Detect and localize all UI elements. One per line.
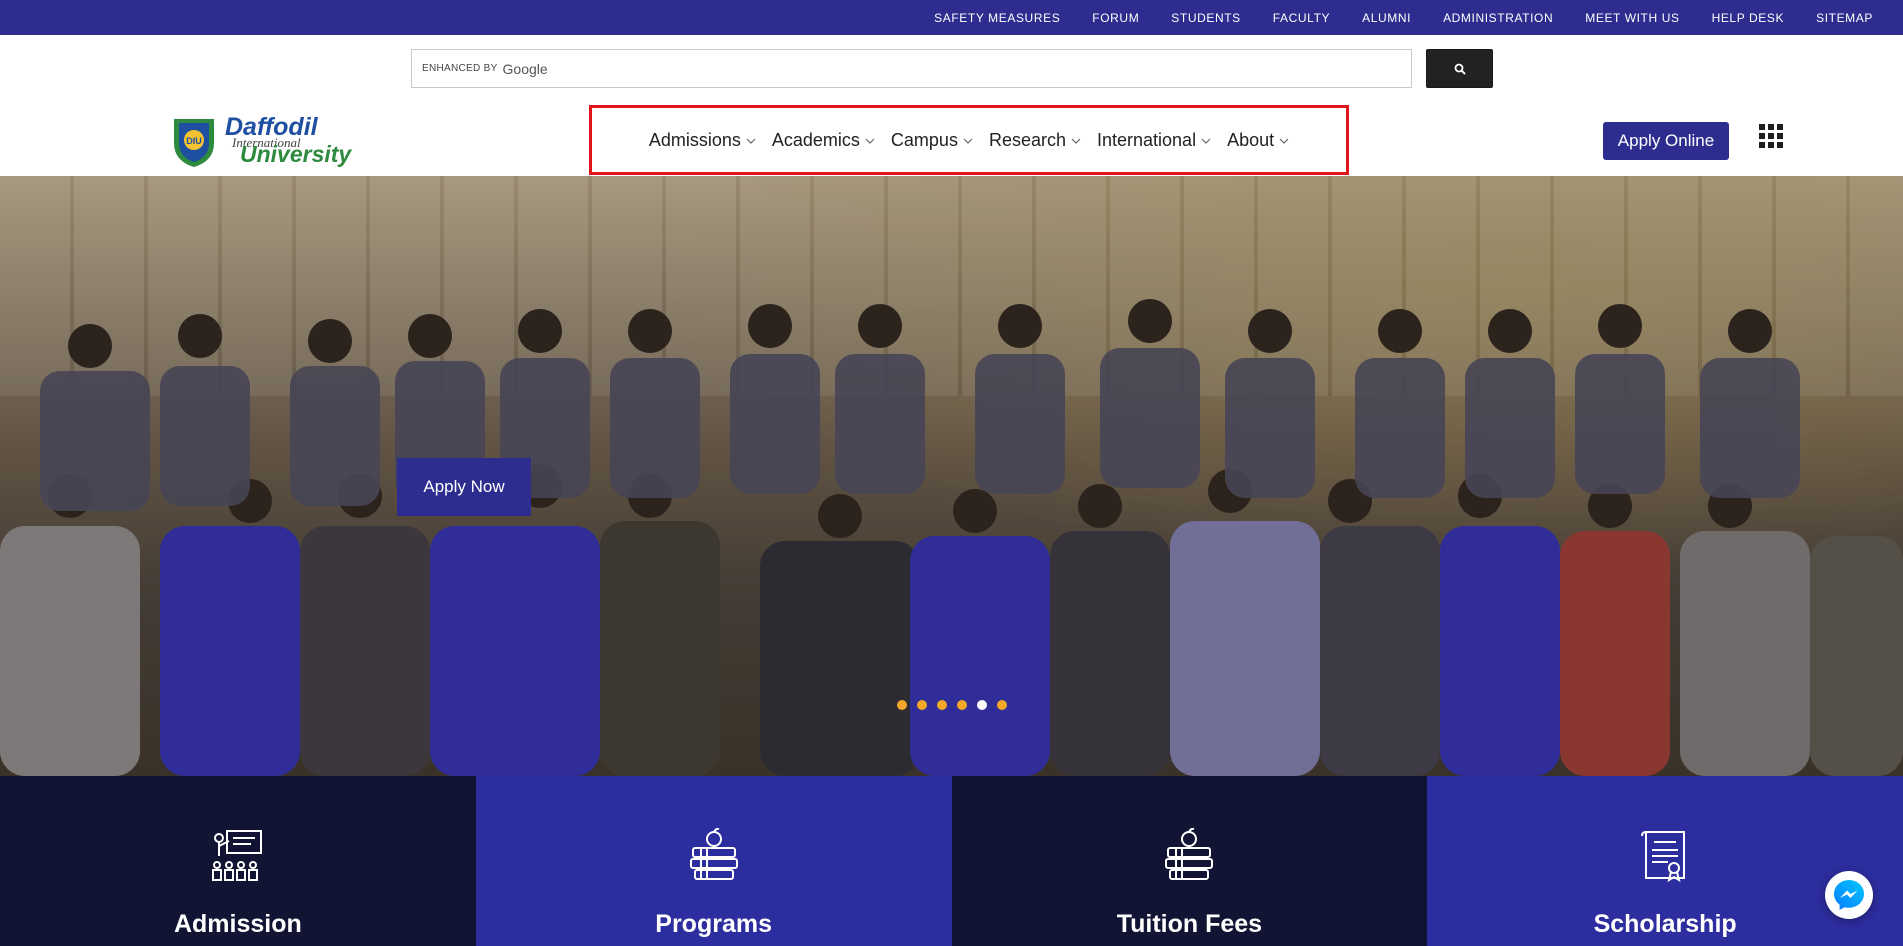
apply-now-button[interactable]: Apply Now xyxy=(397,458,531,516)
search-input[interactable] xyxy=(562,50,1402,87)
topbar-link-safety-measures[interactable]: SAFETY MEASURES xyxy=(934,11,1060,25)
nav-item-about[interactable]: About xyxy=(1227,130,1289,151)
slider-dot-5[interactable] xyxy=(977,700,987,710)
nav-item-label: Research xyxy=(988,129,1066,150)
chevron-down-icon xyxy=(1279,138,1289,144)
topbar-link-alumni[interactable]: ALUMNI xyxy=(1362,11,1411,25)
topbar-link-faculty[interactable]: FACULTY xyxy=(1273,11,1330,25)
nav-item-label: Admissions xyxy=(648,129,741,150)
search-button[interactable] xyxy=(1426,49,1493,88)
google-label: Google xyxy=(502,60,548,77)
feature-tiles: Admission Programs Tuition Fees Scholars… xyxy=(0,776,1903,946)
top-utility-bar: SAFETY MEASURES FORUM STUDENTS FACULTY A… xyxy=(0,0,1903,35)
nav-item-research[interactable]: Research xyxy=(989,130,1081,151)
chevron-down-icon xyxy=(865,138,875,144)
nav-item-campus[interactable]: Campus xyxy=(891,130,973,151)
chevron-down-icon xyxy=(1071,138,1081,144)
apply-online-button[interactable]: Apply Online xyxy=(1603,122,1729,160)
slider-dot-6[interactable] xyxy=(997,700,1007,710)
tile-label: Admission xyxy=(173,910,302,938)
chevron-down-icon xyxy=(1201,138,1211,144)
search-icon xyxy=(1454,63,1466,75)
presentation-icon xyxy=(211,830,262,881)
tile-scholarship[interactable]: Scholarship xyxy=(1427,776,1903,946)
main-nav: Admissions Academics Campus Research Int… xyxy=(592,108,1346,172)
logo-name-line3: University xyxy=(240,141,352,167)
topbar-link-forum[interactable]: FORUM xyxy=(1092,11,1139,25)
certificate-icon xyxy=(1641,831,1686,882)
app-grid-icon[interactable] xyxy=(1759,124,1783,148)
topbar-link-sitemap[interactable]: SITEMAP xyxy=(1816,11,1873,25)
nav-item-admissions[interactable]: Admissions xyxy=(649,130,756,151)
topbar-link-students[interactable]: STUDENTS xyxy=(1171,11,1240,25)
search-box: ENHANCED BY Google xyxy=(411,49,1412,88)
tile-label: Programs xyxy=(655,910,772,938)
logo-badge: DIU xyxy=(186,136,202,146)
nav-item-academics[interactable]: Academics xyxy=(772,130,875,151)
tile-label: Tuition Fees xyxy=(1116,910,1263,938)
topbar-link-meet-with-us[interactable]: MEET WITH US xyxy=(1585,11,1679,25)
nav-item-label: Academics xyxy=(771,129,860,150)
books-apple-icon xyxy=(1165,828,1214,880)
university-logo[interactable]: DIU Daffodil International University xyxy=(172,113,357,168)
hero-banner xyxy=(0,176,1903,776)
books-apple-icon xyxy=(689,828,738,880)
slider-dot-1[interactable] xyxy=(897,700,907,710)
nav-item-international[interactable]: International xyxy=(1097,130,1211,151)
slider-dot-3[interactable] xyxy=(937,700,947,710)
nav-item-label: About xyxy=(1227,129,1275,150)
tile-label: Scholarship xyxy=(1593,910,1737,938)
chevron-down-icon xyxy=(746,138,756,144)
slider-dot-4[interactable] xyxy=(957,700,967,710)
tile-tuition-fees[interactable]: Tuition Fees xyxy=(951,776,1428,946)
search-enhanced-label: ENHANCED BY xyxy=(422,63,498,74)
slider-dot-2[interactable] xyxy=(917,700,927,710)
topbar-link-administration[interactable]: ADMINISTRATION xyxy=(1443,11,1553,25)
tile-programs[interactable]: Programs xyxy=(475,776,952,946)
messenger-chat-button[interactable] xyxy=(1825,871,1873,919)
chevron-down-icon xyxy=(963,138,973,144)
hero-overlay xyxy=(0,176,1903,776)
messenger-icon xyxy=(1834,880,1864,910)
main-nav-highlight: Admissions Academics Campus Research Int… xyxy=(589,105,1349,175)
nav-item-label: Campus xyxy=(890,129,958,150)
tile-admission[interactable]: Admission xyxy=(0,776,476,946)
nav-item-label: International xyxy=(1097,129,1197,150)
slider-dots xyxy=(897,700,1007,710)
topbar-link-help-desk[interactable]: HELP DESK xyxy=(1712,11,1785,25)
